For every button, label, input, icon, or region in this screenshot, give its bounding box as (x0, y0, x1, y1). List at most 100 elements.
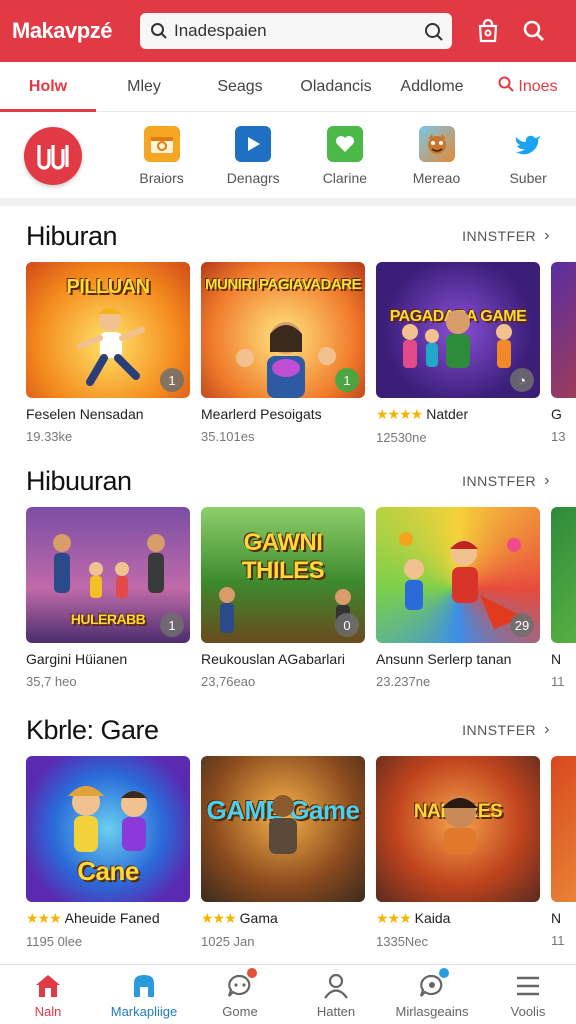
app-meta: 35.101es (201, 429, 255, 444)
nav-home[interactable]: Naln (0, 965, 96, 1024)
app-thumbnail (551, 507, 576, 643)
play-icon (235, 126, 272, 162)
app-name: Feselen Nensadan (26, 406, 144, 422)
app-name: Reukouslan AGabarlari (201, 651, 345, 667)
tab-label: Holw (28, 77, 68, 95)
nav-marketplace[interactable]: Markapliige (96, 965, 192, 1024)
see-more-link[interactable]: INNSTFER › (462, 472, 550, 490)
app-meta: 13 (551, 429, 566, 444)
app-name: Kaida (414, 910, 451, 926)
brand-logo[interactable]: Makavpzé (12, 18, 132, 44)
app-card[interactable]: PILLUAN 1 Feselen Nensadan 19.33ke (26, 262, 190, 445)
app-meta: 19.33ke (26, 429, 73, 444)
app-name: Natder (426, 406, 469, 422)
nav-label: Gome (222, 1003, 258, 1019)
nav-tools[interactable]: Voolis (480, 965, 576, 1024)
category-mereao[interactable]: Mereao (393, 126, 481, 186)
game-chat-icon (225, 967, 257, 1001)
rating-stars: ★★★ (26, 910, 62, 926)
thumbnail-title: GAWNI THILES (241, 529, 325, 584)
card-row: PILLUAN 1 Feselen Nensadan 19.33ke MUNIR… (0, 262, 576, 445)
camera-app-icon (143, 126, 180, 162)
tab-addlome[interactable]: Addlome (384, 62, 480, 111)
tab-label: Inoes (518, 77, 558, 95)
category-label: Suber (509, 170, 547, 186)
app-thumbnail: NALURES MEABMI (376, 756, 540, 902)
tab-holw[interactable]: Holw (0, 62, 96, 112)
app-card[interactable]: N 11 (551, 507, 576, 689)
app-card[interactable]: N 11 (551, 756, 576, 949)
see-more-link[interactable]: INNSTFER › (462, 721, 550, 739)
search-bar[interactable]: Inadespaien (140, 13, 452, 49)
message-icon (417, 967, 449, 1001)
thumbnail-title: Cane (77, 856, 139, 886)
app-card[interactable]: HULERABB 1 Gargini Hüianen 35,7 heo (26, 507, 190, 689)
category-braiors[interactable]: Braiors (118, 126, 206, 186)
see-more-label: INNSTFER (462, 228, 537, 244)
thumbnail-title: MUNIRI PAGIAVADARE (205, 276, 362, 293)
app-thumbnail: MUNIRI PAGIAVADARE 1 (201, 262, 365, 398)
rating-stars: ★★★ (201, 910, 237, 926)
character-art (68, 786, 147, 852)
nav-messages[interactable]: Mirlasgeains (384, 965, 480, 1024)
app-card[interactable]: GAWNI THILES 0 Reukouslan AGabarlari 23,… (201, 507, 365, 689)
tab-label: Mley (127, 77, 161, 95)
app-thumbnail: Cane (26, 756, 190, 902)
nav-profile[interactable]: Hatten (288, 965, 384, 1024)
app-card[interactable]: MUNIRI PAGIAVADARE 1 Mearlerd Pesoigats … (201, 262, 365, 445)
character-art (77, 308, 145, 386)
tab-inoes[interactable]: Inoes (480, 62, 576, 111)
app-card[interactable]: Cane ★★★ Aheuide Faned 1195 0lee (26, 756, 190, 949)
character-art (53, 534, 165, 598)
category-denagrs[interactable]: Denagrs (209, 126, 297, 186)
search-icon[interactable] (520, 17, 548, 45)
bird-icon (510, 126, 546, 162)
tab-label: Addlome (400, 77, 464, 95)
app-thumbnail (551, 756, 576, 902)
app-logo-icon[interactable] (24, 127, 82, 185)
tab-oladancis[interactable]: Oladancis (288, 62, 384, 111)
app-card[interactable]: 29 Ansunn Serlerp tanan 23.237ne (376, 507, 540, 689)
character-art (236, 322, 336, 398)
app-root: Makavpzé Inadespaien Holw Mley Seags Ola… (0, 0, 576, 1024)
app-name-row: ★★★ Gama (201, 910, 365, 927)
nav-label: Hatten (316, 1003, 356, 1019)
chevron-right-icon: › (544, 721, 550, 738)
section-title: Kbrle: Gare (26, 714, 159, 745)
chevron-right-icon: › (544, 472, 550, 489)
app-name-row: ★★★ Aheuide Faned (26, 910, 190, 927)
app-name: N (551, 910, 562, 926)
app-name: Ansunn Serlerp tanan (376, 651, 512, 667)
app-card[interactable]: PAGADARA GAME ◔ ★★★★ Natder 12530ne (376, 262, 540, 445)
character-art (269, 795, 297, 854)
section-hiburan: Hiburan INNSTFER › PILLUAN 1 Feselen Nens… (0, 210, 576, 445)
category-label: Clarine (322, 170, 368, 186)
category-suber[interactable]: Suber (484, 126, 572, 186)
app-meta: 1025 Jan (201, 934, 255, 949)
app-meta: 1195 0lee (26, 934, 83, 949)
app-thumbnail (551, 262, 576, 398)
app-card[interactable]: GAME Game ★★★ Gama 1025 Jan (201, 756, 365, 949)
app-meta: 23.237ne (376, 674, 431, 689)
app-card[interactable]: NALURES MEABMI ★★★Kaida 1335Nec (376, 756, 540, 949)
heart-icon (326, 126, 363, 162)
shopping-bag-icon[interactable] (474, 17, 502, 45)
app-card[interactable]: G 13 (551, 262, 576, 445)
category-label: Denagrs (226, 170, 280, 186)
character-art (442, 796, 478, 854)
see-more-link[interactable]: INNSTFER › (462, 227, 550, 245)
bottom-navigation: Naln Markapliige Gome Hatten Mirlasgeain… (0, 964, 576, 1024)
card-row: Cane ★★★ Aheuide Faned 1195 0lee GAME Gam… (0, 756, 576, 949)
app-name: Mearlerd Pesoigats (201, 406, 322, 422)
tab-mley[interactable]: Mley (96, 62, 192, 111)
tab-seags[interactable]: Seags (192, 62, 288, 111)
category-clarine[interactable]: Clarine (301, 126, 389, 186)
notification-dot (247, 967, 257, 978)
search-input[interactable]: Inadespaien (174, 21, 424, 41)
character-art (399, 532, 524, 629)
character-art (402, 310, 512, 368)
nav-game[interactable]: Gome (192, 965, 288, 1024)
tab-label: Seags (217, 77, 263, 95)
search-submit-icon[interactable] (424, 22, 443, 41)
cartoon-character-icon (418, 126, 455, 162)
